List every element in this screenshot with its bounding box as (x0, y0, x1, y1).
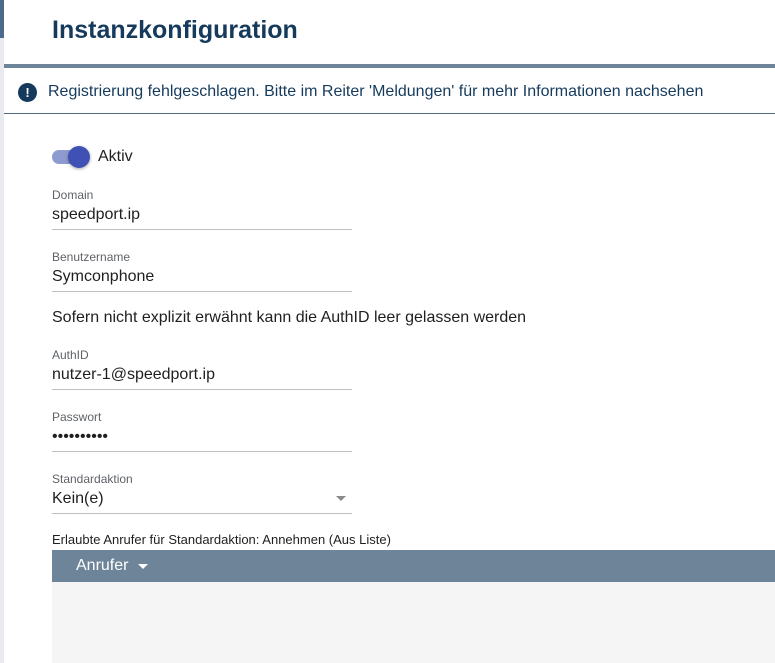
domain-label: Domain (52, 188, 94, 202)
callers-column-header[interactable]: Anrufer (76, 550, 149, 582)
password-input[interactable]: •••••••••• (52, 428, 108, 446)
username-label: Benutzername (52, 250, 131, 264)
domain-input[interactable]: speedport.ip (52, 206, 140, 224)
default-action-label: Standardaktion (52, 472, 133, 486)
toggle-knob (68, 146, 90, 168)
username-input[interactable]: Symconphone (52, 268, 154, 286)
default-action-value: Kein(e) (52, 490, 104, 507)
caret-down-icon (138, 563, 149, 569)
left-rail-accent (0, 0, 4, 38)
error-alert: ! Registrierung fehlgeschlagen. Bitte im… (4, 68, 775, 114)
callers-column-label: Anrufer (76, 557, 129, 574)
chevron-down-icon[interactable] (336, 496, 346, 501)
default-action-select[interactable]: Standardaktion Kein(e) (52, 472, 352, 514)
active-toggle[interactable] (52, 146, 90, 168)
callers-list-body (52, 582, 775, 663)
callers-list-label: Erlaubte Anrufer für Standardaktion: Ann… (52, 532, 391, 547)
password-label: Passwort (52, 410, 102, 424)
username-field[interactable]: Benutzername Symconphone (52, 250, 352, 292)
active-toggle-label: Aktiv (98, 148, 133, 165)
callers-list-header: Anrufer (52, 550, 775, 582)
page-title: Instanzkonfiguration (52, 16, 298, 44)
domain-field[interactable]: Domain speedport.ip (52, 188, 352, 230)
authid-field[interactable]: AuthID nutzer-1@speedport.ip (52, 348, 352, 390)
exclamation-circle-icon: ! (18, 83, 37, 102)
authid-hint: Sofern nicht explizit erwähnt kann die A… (52, 309, 527, 326)
password-field[interactable]: Passwort •••••••••• (52, 410, 352, 452)
authid-input[interactable]: nutzer-1@speedport.ip (52, 366, 215, 384)
authid-label: AuthID (52, 348, 89, 362)
alert-message: Registrierung fehlgeschlagen. Bitte im R… (48, 83, 704, 100)
